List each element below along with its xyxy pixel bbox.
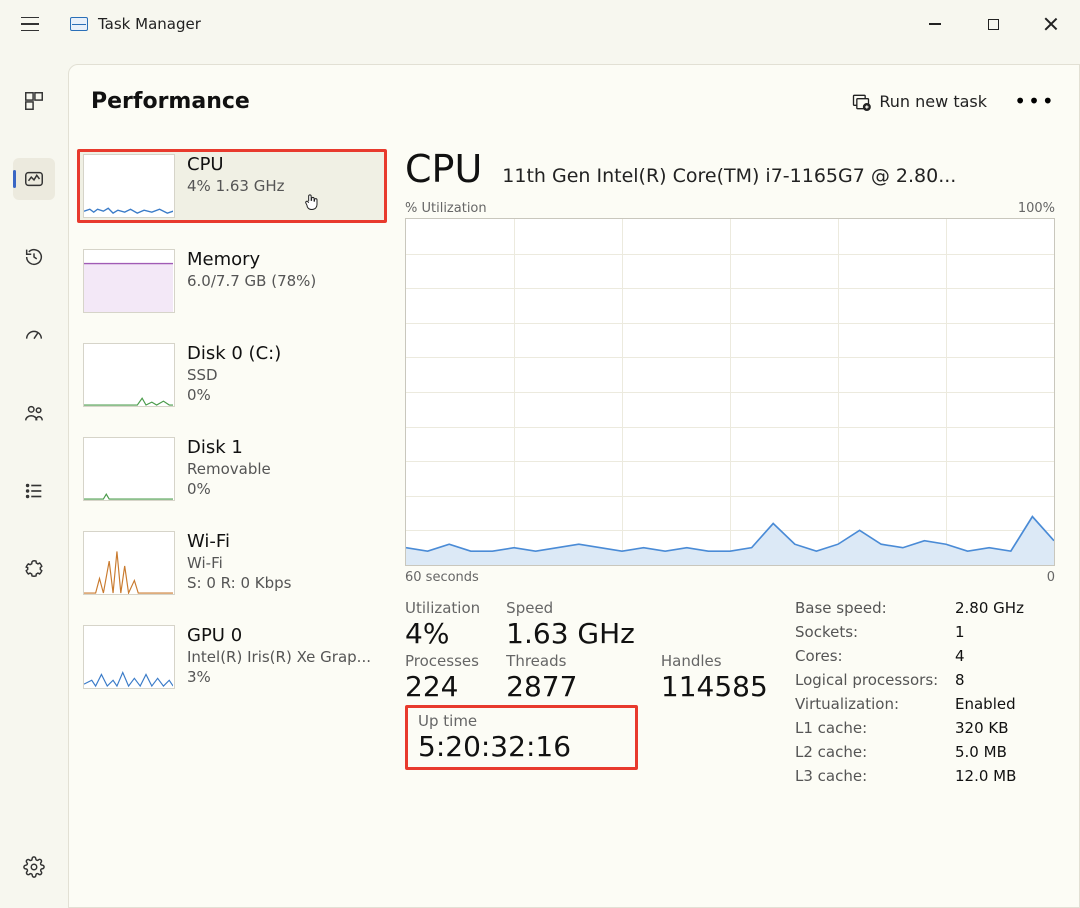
detail-pane: CPU 11th Gen Intel(R) Core(TM) i7-1165G7…: [387, 143, 1079, 901]
stat-threads-label: Threads: [506, 652, 635, 670]
uptime-highlight: Up time 5:20:32:16: [405, 705, 638, 770]
main-panel: Performance Run new task •••: [68, 64, 1080, 908]
maximize-button[interactable]: [964, 4, 1022, 44]
perf-item-sub: Removable: [187, 460, 271, 478]
stat-uptime-value: 5:20:32:16: [418, 730, 571, 763]
stat-speed-value: 1.63 GHz: [506, 617, 635, 650]
nav-details[interactable]: [13, 470, 55, 512]
stat-utilization-label: Utilization: [405, 599, 480, 617]
cpu-model: 11th Gen Intel(R) Core(TM) i7-1165G7 @ 2…: [502, 165, 1055, 187]
perf-item-sub: 6.0/7.7 GB (78%): [187, 272, 316, 290]
nav-performance[interactable]: [13, 158, 55, 200]
mini-chart-disk1: [83, 437, 175, 501]
nav-settings[interactable]: [13, 846, 55, 888]
panel-header: Performance Run new task •••: [69, 65, 1079, 137]
perf-item-sub2: 0%: [187, 386, 281, 404]
cpu-chart[interactable]: [405, 218, 1055, 566]
app-title: Task Manager: [98, 15, 201, 33]
page-title: Performance: [91, 89, 250, 114]
perf-item-cpu[interactable]: CPU 4% 1.63 GHz: [77, 149, 387, 223]
mini-chart-gpu: [83, 625, 175, 689]
perf-item-sub: Wi-Fi: [187, 554, 291, 572]
chart-xmin: 60 seconds: [405, 570, 479, 585]
perf-item-sub2: S: 0 R: 0 Kbps: [187, 574, 291, 592]
perf-item-sub2: 0%: [187, 480, 271, 498]
more-button[interactable]: •••: [1013, 81, 1057, 121]
perf-item-sub: SSD: [187, 366, 281, 384]
nav-users[interactable]: [13, 392, 55, 434]
chart-ymax: 100%: [1018, 201, 1055, 216]
nav-app-history[interactable]: [13, 236, 55, 278]
perf-item-label: Disk 0 (C:): [187, 343, 281, 364]
perf-item-wifi[interactable]: Wi-Fi Wi-Fi S: 0 R: 0 Kbps: [77, 527, 387, 599]
detail-title: CPU: [405, 147, 482, 191]
perf-item-label: CPU: [187, 154, 285, 175]
chart-ylabel: % Utilization: [405, 201, 487, 216]
stat-handles-label: Handles: [661, 652, 768, 670]
nav-rail: [0, 48, 68, 908]
stat-threads-value: 2877: [506, 670, 635, 703]
stat-processes-label: Processes: [405, 652, 480, 670]
minimize-button[interactable]: [906, 4, 964, 44]
task-manager-icon: [70, 15, 88, 33]
nav-services[interactable]: [13, 548, 55, 590]
mini-chart-cpu: [83, 154, 175, 218]
cpu-facts: Base speed:2.80 GHz Sockets:1 Cores:4 Lo…: [795, 599, 1055, 785]
perf-item-sub: Intel(R) Iris(R) Xe Grap...: [187, 648, 371, 666]
close-button[interactable]: [1022, 4, 1080, 44]
perf-item-gpu[interactable]: GPU 0 Intel(R) Iris(R) Xe Grap... 3%: [77, 621, 387, 693]
perf-item-label: Wi-Fi: [187, 531, 291, 552]
stat-speed-label: Speed: [506, 599, 635, 617]
hamburger-button[interactable]: [8, 2, 52, 46]
nav-startup[interactable]: [13, 314, 55, 356]
stat-handles-value: 114585: [661, 670, 768, 703]
perf-item-memory[interactable]: Memory 6.0/7.7 GB (78%): [77, 245, 387, 317]
stat-utilization-value: 4%: [405, 617, 480, 650]
perf-item-sub2: 3%: [187, 668, 371, 686]
nav-processes[interactable]: [13, 80, 55, 122]
perf-item-sub: 4% 1.63 GHz: [187, 177, 285, 195]
stat-uptime-label: Up time: [418, 712, 571, 730]
perf-item-label: Disk 1: [187, 437, 271, 458]
perf-item-label: Memory: [187, 249, 316, 270]
cursor-icon: [302, 190, 322, 214]
mini-chart-disk0: [83, 343, 175, 407]
perf-item-disk0[interactable]: Disk 0 (C:) SSD 0%: [77, 339, 387, 411]
perf-list: CPU 4% 1.63 GHz Memor: [77, 143, 387, 901]
run-task-icon: [851, 92, 869, 110]
titlebar: Task Manager: [0, 0, 1080, 48]
mini-chart-memory: [83, 249, 175, 313]
mini-chart-wifi: [83, 531, 175, 595]
chart-xmax: 0: [1047, 570, 1055, 585]
perf-item-disk1[interactable]: Disk 1 Removable 0%: [77, 433, 387, 505]
run-task-label: Run new task: [879, 92, 987, 111]
perf-item-label: GPU 0: [187, 625, 371, 646]
stat-processes-value: 224: [405, 670, 480, 703]
run-new-task-button[interactable]: Run new task: [837, 86, 1001, 117]
